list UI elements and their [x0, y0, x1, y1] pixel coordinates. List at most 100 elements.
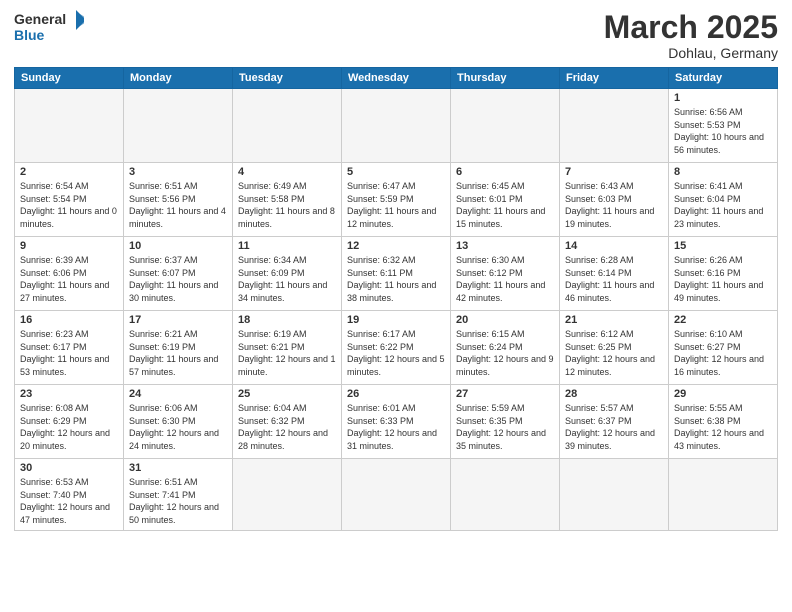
table-row: 23Sunrise: 6:08 AMSunset: 6:29 PMDayligh… [15, 385, 124, 459]
month-title: March 2025 [604, 10, 778, 45]
day-info: Sunrise: 6:17 AMSunset: 6:22 PMDaylight:… [347, 328, 445, 378]
col-thursday: Thursday [451, 68, 560, 89]
day-number: 16 [20, 314, 118, 326]
day-number: 7 [565, 166, 663, 178]
table-row: 9 Sunrise: 6:39 AMSunset: 6:06 PMDaylight… [15, 237, 124, 311]
day-info: Sunrise: 6:41 AMSunset: 6:04 PMDaylight:… [674, 180, 772, 230]
col-monday: Monday [124, 68, 233, 89]
table-row [233, 459, 342, 530]
col-wednesday: Wednesday [342, 68, 451, 89]
day-number: 27 [456, 388, 554, 400]
table-row [560, 459, 669, 530]
day-info: Sunrise: 6:15 AMSunset: 6:24 PMDaylight:… [456, 328, 554, 378]
table-row: 10Sunrise: 6:37 AMSunset: 6:07 PMDayligh… [124, 237, 233, 311]
table-row: 22Sunrise: 6:10 AMSunset: 6:27 PMDayligh… [669, 311, 778, 385]
svg-text:General: General [14, 11, 66, 27]
day-info: Sunrise: 6:08 AMSunset: 6:29 PMDaylight:… [20, 402, 118, 452]
day-info: Sunrise: 6:53 AMSunset: 7:40 PMDaylight:… [20, 476, 118, 526]
col-friday: Friday [560, 68, 669, 89]
table-row: 12 Sunrise: 6:32 AMSunset: 6:11 PMDayligh… [342, 237, 451, 311]
day-info: Sunrise: 5:57 AMSunset: 6:37 PMDaylight:… [565, 402, 663, 452]
day-info: Sunrise: 6:54 AMSunset: 5:54 PMDaylight:… [20, 180, 118, 230]
day-number: 4 [238, 166, 336, 178]
generalblue-logo-icon: General Blue [14, 10, 84, 46]
day-info: Sunrise: 6:26 AMSunset: 6:16 PMDaylight:… [674, 254, 772, 304]
table-row: 7 Sunrise: 6:43 AMSunset: 6:03 PMDaylight… [560, 163, 669, 237]
day-info: Sunrise: 6:45 AMSunset: 6:01 PMDaylight:… [456, 180, 554, 230]
day-number: 28 [565, 388, 663, 400]
day-info: Sunrise: 6:32 AMSunset: 6:11 PMDaylight:… [347, 254, 445, 304]
day-number: 8 [674, 166, 772, 178]
day-number: 19 [347, 314, 445, 326]
table-row: 28 Sunrise: 5:57 AMSunset: 6:37 PMDayligh… [560, 385, 669, 459]
table-row: 5 Sunrise: 6:47 AMSunset: 5:59 PMDaylight… [342, 163, 451, 237]
table-row: 1 Sunrise: 6:56 AMSunset: 5:53 PMDaylight… [669, 89, 778, 163]
day-info: Sunrise: 6:43 AMSunset: 6:03 PMDaylight:… [565, 180, 663, 230]
day-number: 30 [20, 462, 118, 474]
table-row: 21 Sunrise: 6:12 AMSunset: 6:25 PMDayligh… [560, 311, 669, 385]
table-row: 30 Sunrise: 6:53 AMSunset: 7:40 PMDayligh… [15, 459, 124, 530]
day-number: 6 [456, 166, 554, 178]
day-number: 18 [238, 314, 336, 326]
table-row [342, 459, 451, 530]
table-row: 25 Sunrise: 6:04 AMSunset: 6:32 PMDayligh… [233, 385, 342, 459]
day-info: Sunrise: 6:34 AMSunset: 6:09 PMDaylight:… [238, 254, 336, 304]
table-row [451, 459, 560, 530]
logo: General Blue [14, 10, 84, 46]
day-number: 26 [347, 388, 445, 400]
day-number: 15 [674, 240, 772, 252]
day-number: 9 [20, 240, 118, 252]
day-number: 21 [565, 314, 663, 326]
day-info: Sunrise: 6:04 AMSunset: 6:32 PMDaylight:… [238, 402, 336, 452]
day-info: Sunrise: 6:47 AMSunset: 5:59 PMDaylight:… [347, 180, 445, 230]
day-info: Sunrise: 6:56 AMSunset: 5:53 PMDaylight:… [674, 106, 772, 156]
day-number: 12 [347, 240, 445, 252]
day-info: Sunrise: 6:49 AMSunset: 5:58 PMDaylight:… [238, 180, 336, 230]
table-row: 15 Sunrise: 6:26 AMSunset: 6:16 PMDayligh… [669, 237, 778, 311]
day-info: Sunrise: 6:06 AMSunset: 6:30 PMDaylight:… [129, 402, 227, 452]
col-tuesday: Tuesday [233, 68, 342, 89]
day-number: 29 [674, 388, 772, 400]
day-info: Sunrise: 6:21 AMSunset: 6:19 PMDaylight:… [129, 328, 227, 378]
table-row: 14Sunrise: 6:28 AMSunset: 6:14 PMDayligh… [560, 237, 669, 311]
day-info: Sunrise: 6:23 AMSunset: 6:17 PMDaylight:… [20, 328, 118, 378]
table-row: 24Sunrise: 6:06 AMSunset: 6:30 PMDayligh… [124, 385, 233, 459]
table-row [15, 89, 124, 163]
day-number: 14 [565, 240, 663, 252]
day-info: Sunrise: 6:30 AMSunset: 6:12 PMDaylight:… [456, 254, 554, 304]
table-row [124, 89, 233, 163]
day-number: 11 [238, 240, 336, 252]
table-row: 6 Sunrise: 6:45 AMSunset: 6:01 PMDaylight… [451, 163, 560, 237]
svg-text:Blue: Blue [14, 27, 45, 43]
table-row [233, 89, 342, 163]
table-row: 26 Sunrise: 6:01 AMSunset: 6:33 PMDayligh… [342, 385, 451, 459]
table-row: 4 Sunrise: 6:49 AMSunset: 5:58 PMDaylight… [233, 163, 342, 237]
table-row [669, 459, 778, 530]
day-info: Sunrise: 6:39 AMSunset: 6:06 PMDaylight:… [20, 254, 118, 304]
table-row: 2Sunrise: 6:54 AMSunset: 5:54 PMDaylight… [15, 163, 124, 237]
table-row: 20Sunrise: 6:15 AMSunset: 6:24 PMDayligh… [451, 311, 560, 385]
day-number: 25 [238, 388, 336, 400]
table-row: 18Sunrise: 6:19 AMSunset: 6:21 PMDayligh… [233, 311, 342, 385]
day-number: 17 [129, 314, 227, 326]
table-row: 31Sunrise: 6:51 AMSunset: 7:41 PMDayligh… [124, 459, 233, 530]
day-number: 3 [129, 166, 227, 178]
title-block: March 2025 Dohlau, Germany [604, 10, 778, 61]
table-row [451, 89, 560, 163]
table-row: 29Sunrise: 5:55 AMSunset: 6:38 PMDayligh… [669, 385, 778, 459]
table-row: 8 Sunrise: 6:41 AMSunset: 6:04 PMDaylight… [669, 163, 778, 237]
day-info: Sunrise: 6:01 AMSunset: 6:33 PMDaylight:… [347, 402, 445, 452]
day-number: 5 [347, 166, 445, 178]
table-row [342, 89, 451, 163]
table-row: 16 Sunrise: 6:23 AMSunset: 6:17 PMDayligh… [15, 311, 124, 385]
day-number: 22 [674, 314, 772, 326]
calendar-table: Sunday Monday Tuesday Wednesday Thursday… [14, 67, 778, 530]
day-number: 1 [674, 92, 772, 104]
day-info: Sunrise: 5:59 AMSunset: 6:35 PMDaylight:… [456, 402, 554, 452]
day-number: 10 [129, 240, 227, 252]
page: General Blue March 2025 Dohlau, Germany … [0, 0, 792, 612]
table-row: 19 Sunrise: 6:17 AMSunset: 6:22 PMDayligh… [342, 311, 451, 385]
day-info: Sunrise: 6:12 AMSunset: 6:25 PMDaylight:… [565, 328, 663, 378]
table-row: 3Sunrise: 6:51 AMSunset: 5:56 PMDaylight… [124, 163, 233, 237]
table-row: 11 Sunrise: 6:34 AMSunset: 6:09 PMDayligh… [233, 237, 342, 311]
